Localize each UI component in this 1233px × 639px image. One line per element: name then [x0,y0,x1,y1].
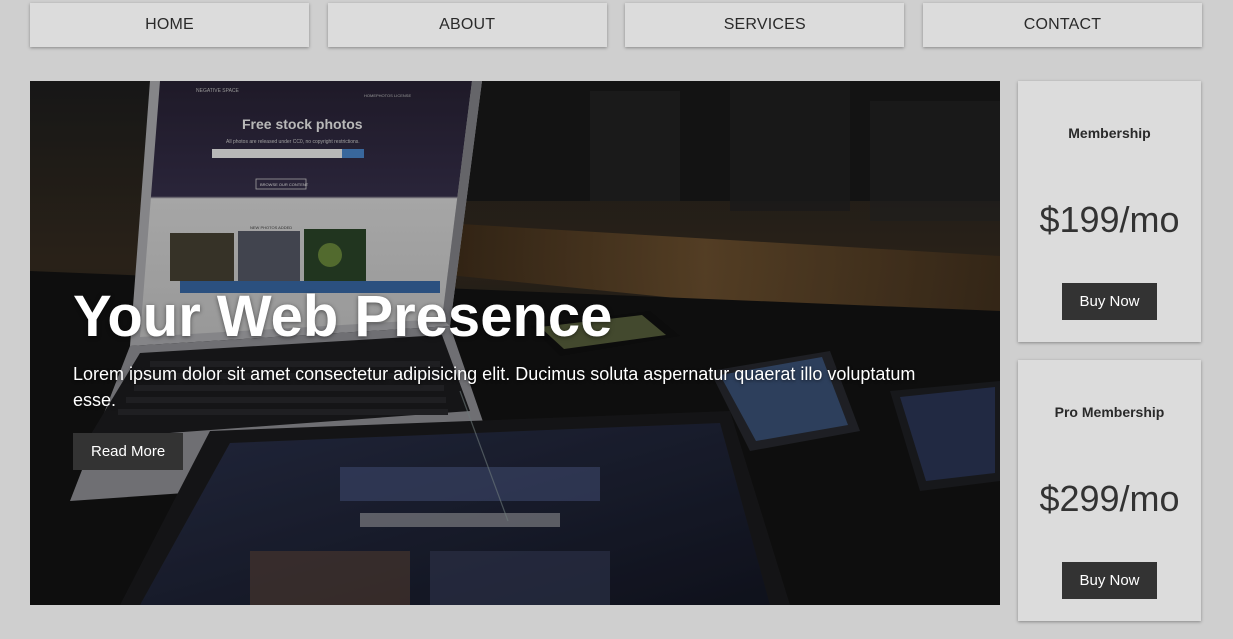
membership-buy-now-button[interactable]: Buy Now [1062,283,1157,320]
nav-home[interactable]: HOME [30,3,309,47]
pro-membership-title: Pro Membership [1054,404,1165,420]
read-more-button[interactable]: Read More [73,433,184,470]
hero-description: Lorem ipsum dolor sit amet consectetur a… [73,364,916,410]
nav-services[interactable]: SERVICES [625,3,905,47]
nav-contact[interactable]: CONTACT [922,3,1202,47]
pro-membership-buy-now-button[interactable]: Buy Now [1062,562,1157,599]
pricing-sidebar: Membership $199/mo Buy Now Pro Membershi… [1018,81,1201,639]
membership-title: Membership [1068,125,1151,141]
membership-price: $199/mo [1039,199,1180,240]
pro-membership-price: $299/mo [1039,478,1180,519]
hero-showcase: Free stock photos All photos are release… [30,81,1000,605]
hero-content: Your Web Presence Lorem ipsum dolor sit … [73,285,973,470]
nav-about[interactable]: ABOUT [327,3,607,47]
main-navigation: HOME ABOUT SERVICES CONTACT [30,3,1202,47]
membership-card: Membership $199/mo Buy Now [1018,81,1201,342]
hero-title: Your Web Presence [73,284,613,349]
pro-membership-card: Pro Membership $299/mo Buy Now [1018,360,1201,621]
